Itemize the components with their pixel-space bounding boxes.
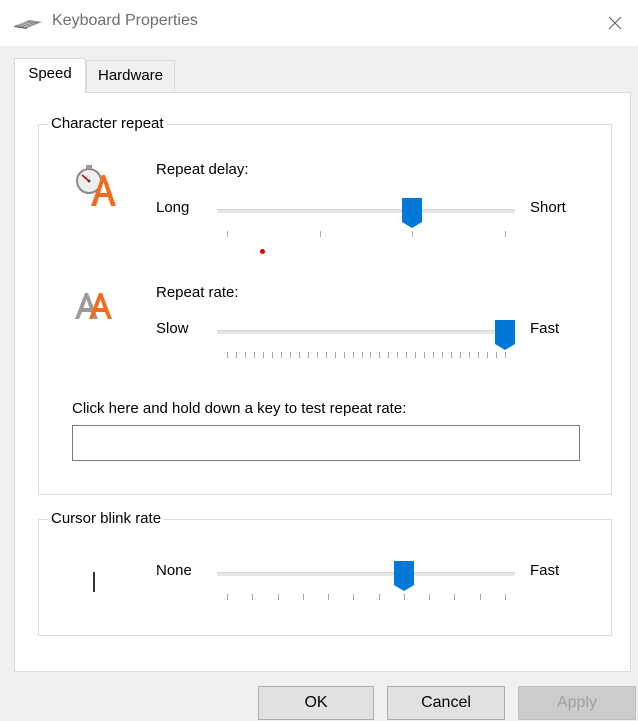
cancel-button[interactable]: Cancel [387,686,505,720]
cursor-blink-legend: Cursor blink rate [48,510,165,527]
slider-tick [352,352,354,358]
slider-tick [302,594,304,600]
slider-tick [253,352,255,358]
window-title: Keyboard Properties [52,12,198,29]
repeat-rate-slider-thumb[interactable] [495,320,515,350]
slider-tick [298,352,300,358]
repeat-delay-ticks [217,231,515,237]
repeat-delay-max-label: Short [530,199,566,216]
slider-tick [379,352,381,358]
close-icon [608,16,622,30]
slider-tick [403,594,405,600]
slider-tick [271,352,273,358]
repeat-delay-label: Repeat delay: [156,161,249,178]
slider-tick [424,352,426,358]
slider-tick [397,352,399,358]
slider-tick [505,231,506,237]
slider-tick [280,352,282,358]
slider-tick [433,352,435,358]
apply-button[interactable]: Apply [518,686,636,720]
slider-tick [262,352,264,358]
red-dot-marker [260,249,265,254]
tab-hardware[interactable]: Hardware [86,60,175,91]
slider-tick [227,231,228,237]
double-letter-icon [75,293,112,319]
slider-tick [289,352,291,358]
blink-min-label: None [156,562,192,579]
slider-tick [353,594,355,600]
blink-max-label: Fast [530,562,560,579]
slider-tick [370,352,372,358]
slider-tick [460,352,462,358]
cursor-blink-group: Cursor blink rate [38,510,612,636]
repeat-rate-label: Repeat rate: [156,284,239,301]
character-repeat-legend: Character repeat [48,115,167,132]
slider-tick [496,352,498,358]
blink-rate-track [217,572,515,576]
slider-tick [325,352,327,358]
blink-rate-ticks [217,594,515,600]
slider-tick [442,352,444,358]
repeat-delay-track [217,209,515,213]
slider-tick [451,352,453,358]
test-repeat-input[interactable] [72,425,580,461]
test-repeat-label: Click here and hold down a key to test r… [72,400,407,417]
slider-tick [415,352,417,358]
slider-tick [469,352,471,358]
slider-tick [343,352,345,358]
keyboard-icon [14,20,42,29]
tab-speed[interactable]: Speed [14,58,86,93]
slider-tick [406,352,408,358]
slider-tick [252,594,254,600]
title-bar: Keyboard Properties [0,0,638,46]
slider-tick [487,352,489,358]
text-cursor-icon [93,572,95,592]
repeat-rate-ticks [217,352,515,358]
slider-tick [227,594,228,600]
slider-tick [505,594,506,600]
repeat-rate-max-label: Fast [530,320,560,337]
slider-tick [505,352,506,358]
slider-tick [307,352,309,358]
repeat-delay-min-label: Long [156,199,190,216]
stopwatch-letter-icon [76,165,116,206]
slider-tick [319,231,321,237]
slider-tick [316,352,318,358]
slider-tick [429,594,431,600]
blink-rate-slider-thumb[interactable] [393,561,414,591]
ok-button[interactable]: OK [258,686,374,720]
slider-tick [334,352,336,358]
slider-tick [361,352,363,358]
repeat-rate-min-label: Slow [156,320,189,337]
slider-tick [235,352,237,358]
slider-tick [412,231,414,237]
slider-tick [277,594,279,600]
slider-tick [478,352,480,358]
slider-tick [388,352,390,358]
slider-tick [479,594,481,600]
slider-tick [378,594,380,600]
repeat-rate-track [217,330,515,334]
repeat-delay-slider-thumb[interactable] [402,198,423,228]
slider-tick [227,352,228,358]
close-button[interactable] [592,0,638,46]
slider-tick [244,352,246,358]
speed-panel: Character repeat Repeat delay: Long Shor… [14,92,631,672]
slider-tick [454,594,456,600]
slider-tick [328,594,330,600]
